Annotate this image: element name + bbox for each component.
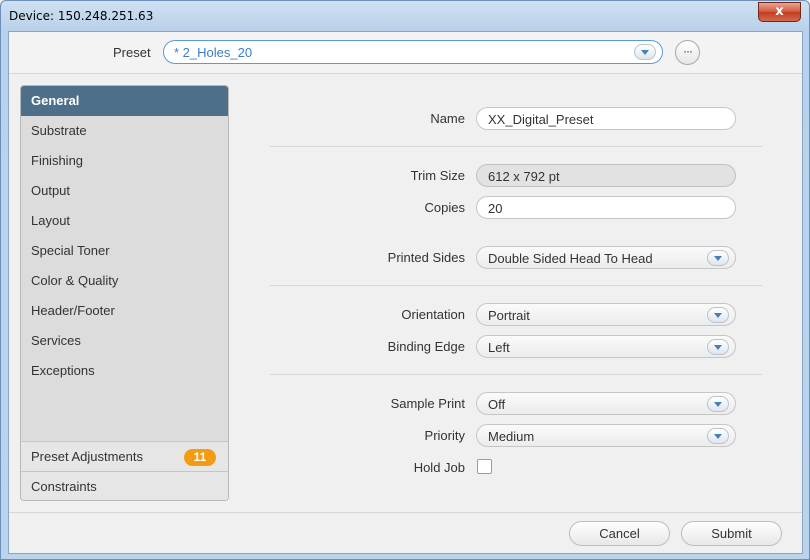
name-input[interactable]: XX_Digital_Preset [476,107,736,130]
chevron-down-icon[interactable] [707,250,729,266]
sidebar-item-services[interactable]: Services [21,326,228,356]
preset-value: * 2_Holes_20 [174,45,253,60]
printed-sides-dropdown[interactable]: Double Sided Head To Head [476,246,736,269]
sidebar-item-general[interactable]: General [21,86,228,116]
copies-value: 20 [488,201,503,216]
divider [270,374,762,375]
copies-input[interactable]: 20 [476,196,736,219]
name-value: XX_Digital_Preset [488,112,594,127]
sidebar-item-layout[interactable]: Layout [21,206,228,236]
name-label: Name [430,111,465,126]
ellipsis-icon: ··· [683,44,693,58]
chevron-down-icon[interactable] [707,428,729,444]
sidebar-item-output[interactable]: Output [21,176,228,206]
cancel-button[interactable]: Cancel [569,521,670,546]
priority-label: Priority [424,428,465,443]
orientation-value: Portrait [488,308,530,323]
divider [270,285,762,286]
preset-dropdown[interactable]: * 2_Holes_20 [163,40,663,64]
binding-edge-label: Binding Edge [387,339,465,354]
dialog-client-area: Preset * 2_Holes_20 ··· General Substrat… [8,31,803,554]
close-button[interactable]: x [758,2,801,22]
preset-bar: Preset * 2_Holes_20 ··· [9,32,802,74]
sidebar-item-preset-adjustments[interactable]: Preset Adjustments 11 [21,441,228,471]
sidebar-item-substrate[interactable]: Substrate [21,116,228,146]
chevron-down-icon[interactable] [707,339,729,355]
priority-dropdown[interactable]: Medium [476,424,736,447]
trim-size-field: 612 x 792 pt [476,164,736,187]
settings-sidebar: General Substrate Finishing Output Layou… [20,85,229,501]
sidebar-item-color-quality[interactable]: Color & Quality [21,266,228,296]
sidebar-item-special-toner[interactable]: Special Toner [21,236,228,266]
printed-sides-value: Double Sided Head To Head [488,251,653,266]
chevron-down-icon[interactable] [707,396,729,412]
close-icon: x [775,4,784,19]
submit-button[interactable]: Submit [681,521,782,546]
printed-sides-label: Printed Sides [387,250,465,265]
window-title: Device: 150.248.251.63 [9,9,154,23]
priority-value: Medium [488,429,535,444]
footer-divider [9,512,802,513]
hold-job-checkbox[interactable] [477,459,492,474]
orientation-dropdown[interactable]: Portrait [476,303,736,326]
divider [270,146,762,147]
sample-print-dropdown[interactable]: Off [476,392,736,415]
binding-edge-value: Left [488,340,510,355]
hold-job-label: Hold Job [413,460,465,475]
title-bar[interactable]: Device: 150.248.251.63 x [1,1,809,31]
sidebar-item-header-footer[interactable]: Header/Footer [21,296,228,326]
device-window: Device: 150.248.251.63 x Preset * 2_Hole… [0,0,810,560]
sidebar-item-exceptions[interactable]: Exceptions [21,356,228,386]
preset-adjustments-label: Preset Adjustments [31,449,143,464]
sidebar-item-finishing[interactable]: Finishing [21,146,228,176]
chevron-down-icon[interactable] [707,307,729,323]
trim-size-value: 612 x 792 pt [488,169,560,184]
more-options-button[interactable]: ··· [675,40,700,65]
sample-print-value: Off [488,397,506,412]
preset-adjustments-count-badge: 11 [184,449,216,466]
trim-size-label: Trim Size [410,168,465,183]
binding-edge-dropdown[interactable]: Left [476,335,736,358]
preset-label: Preset [113,45,151,60]
constraints-label: Constraints [31,479,97,494]
orientation-label: Orientation [401,307,465,322]
copies-label: Copies [424,200,465,215]
sidebar-item-constraints[interactable]: Constraints [21,471,228,500]
sample-print-label: Sample Print [390,396,465,411]
chevron-down-icon[interactable] [634,44,656,60]
